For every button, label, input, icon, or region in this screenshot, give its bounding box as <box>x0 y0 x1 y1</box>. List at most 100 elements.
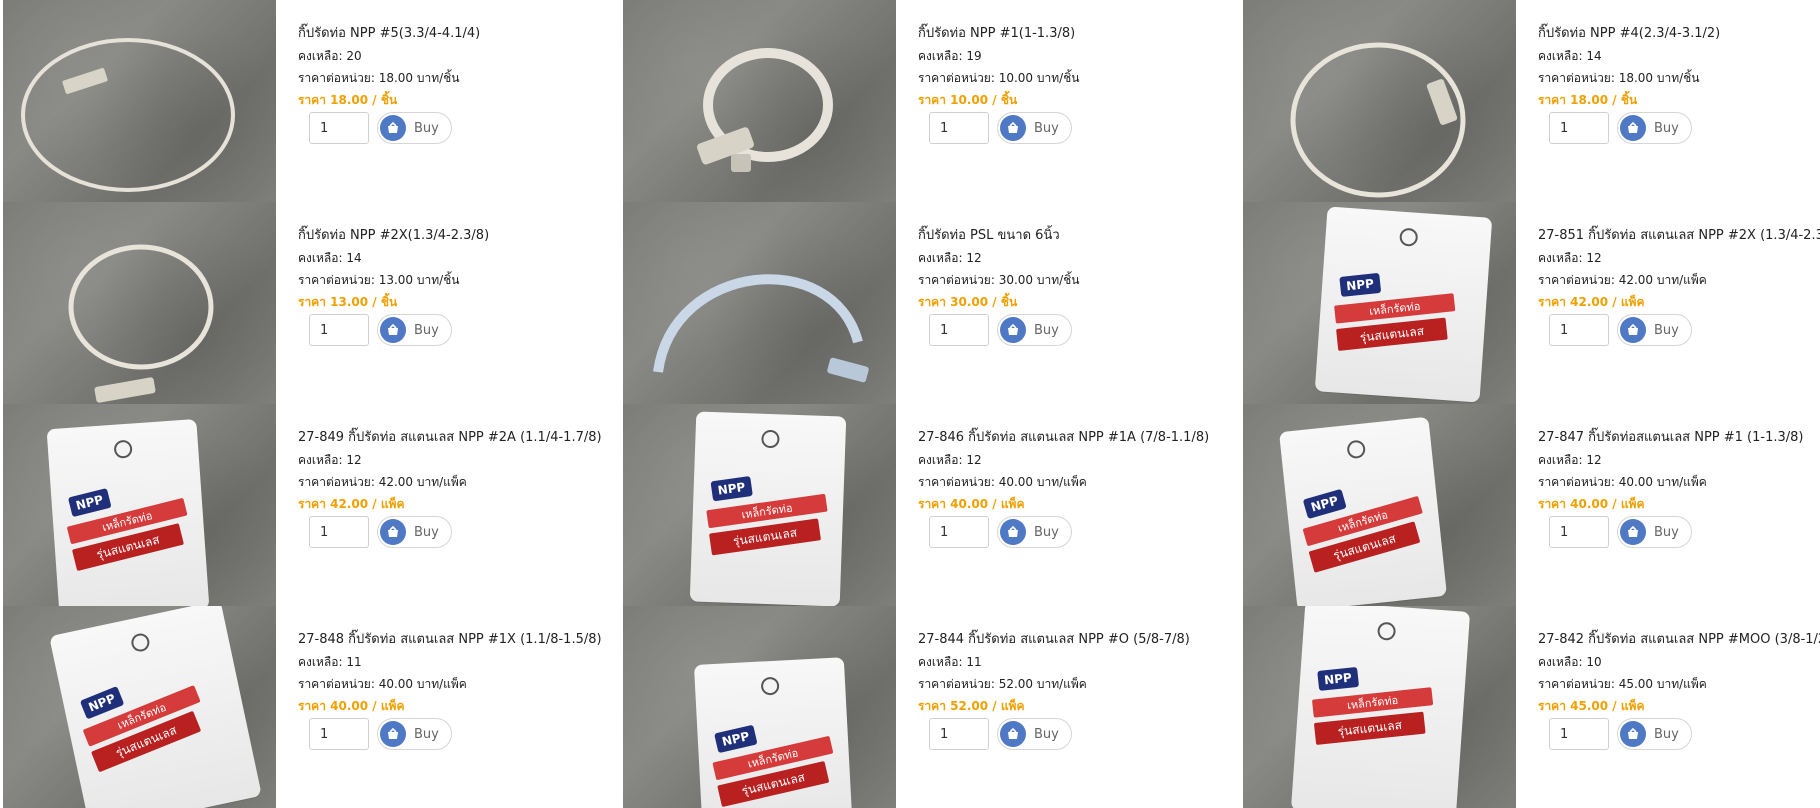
npp-logo: NPP <box>710 476 753 502</box>
hose-clamp-image <box>68 244 214 403</box>
buy-row: 1 Buy <box>1549 314 1820 346</box>
product-card: NPP เหล็กรัดท่อ รุ่นสแตนเลส 27-851 กิ๊ปร… <box>1240 202 1820 404</box>
quantity-input[interactable]: 1 <box>309 112 369 144</box>
product-card: NPP เหล็กรัดท่อ รุ่นสแตนเลส 27-846 กิ๊ปร… <box>620 404 1240 606</box>
buy-button[interactable]: Buy <box>377 718 452 750</box>
product-title[interactable]: กิ๊ปรัดท่อ NPP #4(2.3/4-3.1/2) <box>1538 26 1820 42</box>
npp-logo: NPP <box>714 724 758 754</box>
quantity-input[interactable]: 1 <box>929 718 989 750</box>
buy-button[interactable]: Buy <box>1617 516 1692 548</box>
buy-label: Buy <box>1034 726 1059 742</box>
quantity-input[interactable]: 1 <box>929 314 989 346</box>
product-title[interactable]: 27-849 กิ๊ปรัดท่อ สแตนเลส NPP #2A (1.1/4… <box>298 430 618 446</box>
hang-hole <box>1346 439 1367 460</box>
quantity-input[interactable]: 1 <box>1549 516 1609 548</box>
product-info: กิ๊ปรัดท่อ NPP #1(1-1.3/8) คงเหลือ: 19 ร… <box>918 26 1238 144</box>
quantity-input[interactable]: 1 <box>309 718 369 750</box>
quantity-input[interactable]: 1 <box>309 516 369 548</box>
quantity-input[interactable]: 1 <box>1549 112 1609 144</box>
product-image[interactable]: NPP เหล็กรัดท่อ รุ่นสแตนเลส <box>3 404 276 606</box>
package-label-secondary: รุ่นสแตนเลส <box>1313 711 1426 745</box>
product-grid: กิ๊ปรัดท่อ NPP #5(3.3/4-4.1/4) คงเหลือ: … <box>0 0 1820 808</box>
price-text: ราคา 42.00 / แพ็ค <box>1538 295 1645 309</box>
product-info: 27-847 กิ๊ปรัดท่อสแตนเลส NPP #1 (1-1.3/8… <box>1538 430 1820 548</box>
buy-label: Buy <box>1034 524 1059 540</box>
buy-label: Buy <box>1654 322 1679 338</box>
basket-icon <box>380 519 406 545</box>
buy-row: 1 Buy <box>309 314 618 346</box>
buy-button[interactable]: Buy <box>1617 718 1692 750</box>
product-title[interactable]: กิ๊ปรัดท่อ NPP #5(3.3/4-4.1/4) <box>298 26 618 42</box>
product-image[interactable] <box>3 0 276 202</box>
product-title[interactable]: กิ๊ปรัดท่อ NPP #2X(1.3/4-2.3/8) <box>298 228 618 244</box>
product-info: 27-849 กิ๊ปรัดท่อ สแตนเลส NPP #2A (1.1/4… <box>298 430 618 548</box>
basket-icon <box>380 721 406 747</box>
stock-text: คงเหลือ: 20 <box>298 49 362 63</box>
npp-logo: NPP <box>67 488 112 518</box>
quantity-input[interactable]: 1 <box>929 516 989 548</box>
product-card: NPP เหล็กรัดท่อ รุ่นสแตนเลส 27-848 กิ๊ปร… <box>0 606 620 808</box>
quantity-input[interactable]: 1 <box>929 112 989 144</box>
buy-button[interactable]: Buy <box>997 718 1072 750</box>
product-image[interactable]: NPP เหล็กรัดท่อ รุ่นสแตนเลส <box>1243 606 1516 808</box>
buy-button[interactable]: Buy <box>997 314 1072 346</box>
product-title[interactable]: 27-848 กิ๊ปรัดท่อ สแตนเลส NPP #1X (1.1/8… <box>298 632 618 648</box>
quantity-input[interactable]: 1 <box>1549 718 1609 750</box>
product-title[interactable]: 27-844 กิ๊ปรัดท่อ สแตนเลส NPP #O (5/8-7/… <box>918 632 1238 648</box>
package-image: NPP เหล็กรัดท่อ รุ่นสแตนเลส <box>693 657 853 808</box>
product-info: 27-846 กิ๊ปรัดท่อ สแตนเลส NPP #1A (7/8-1… <box>918 430 1238 548</box>
buy-button[interactable]: Buy <box>1617 314 1692 346</box>
price-text: ราคา 18.00 / ชิ้น <box>1538 93 1638 107</box>
price-text: ราคา 42.00 / แพ็ค <box>298 497 405 511</box>
product-card: NPP เหล็กรัดท่อ รุ่นสแตนเลส 27-847 กิ๊ปร… <box>1240 404 1820 606</box>
buy-label: Buy <box>414 524 439 540</box>
product-image[interactable] <box>1243 0 1516 202</box>
product-info: กิ๊ปรัดท่อ PSL ขนาด 6นิ้ว คงเหลือ: 12 รา… <box>918 228 1238 346</box>
product-title[interactable]: 27-851 กิ๊ปรัดท่อ สแตนเลส NPP #2X (1.3/4… <box>1538 228 1820 244</box>
price-text: ราคา 30.00 / ชิ้น <box>918 295 1018 309</box>
buy-label: Buy <box>414 726 439 742</box>
quantity-input[interactable]: 1 <box>1549 314 1609 346</box>
product-title[interactable]: 27-842 กิ๊ปรัดท่อ สแตนเลส NPP #MOO (3/8-… <box>1538 632 1820 648</box>
hang-hole <box>761 429 780 449</box>
package-image: NPP เหล็กรัดท่อ รุ่นสแตนเลส <box>49 606 262 808</box>
product-info: 27-844 กิ๊ปรัดท่อ สแตนเลส NPP #O (5/8-7/… <box>918 632 1238 750</box>
buy-label: Buy <box>1654 120 1679 136</box>
package-image: NPP เหล็กรัดท่อ รุ่นสแตนเลส <box>1314 206 1493 403</box>
price-text: ราคา 40.00 / แพ็ค <box>298 699 405 713</box>
product-image[interactable]: NPP เหล็กรัดท่อ รุ่นสแตนเลส <box>623 606 896 808</box>
product-title[interactable]: กิ๊ปรัดท่อ NPP #1(1-1.3/8) <box>918 26 1238 42</box>
buy-button[interactable]: Buy <box>377 314 452 346</box>
buy-label: Buy <box>1034 120 1059 136</box>
basket-icon <box>1620 317 1646 343</box>
product-image[interactable] <box>3 202 276 404</box>
buy-row: 1 Buy <box>309 718 618 750</box>
product-title[interactable]: 27-847 กิ๊ปรัดท่อสแตนเลส NPP #1 (1-1.3/8… <box>1538 430 1820 446</box>
product-image[interactable] <box>623 202 896 404</box>
hose-clamp-image <box>21 38 235 192</box>
package-image: NPP เหล็กรัดท่อ รุ่นสแตนเลส <box>1279 416 1447 606</box>
product-image[interactable]: NPP เหล็กรัดท่อ รุ่นสแตนเลส <box>623 404 896 606</box>
price-text: ราคา 52.00 / แพ็ค <box>918 699 1025 713</box>
product-image[interactable]: NPP เหล็กรัดท่อ รุ่นสแตนเลส <box>3 606 276 808</box>
product-title[interactable]: 27-846 กิ๊ปรัดท่อ สแตนเลส NPP #1A (7/8-1… <box>918 430 1238 446</box>
product-image[interactable]: NPP เหล็กรัดท่อ รุ่นสแตนเลส <box>1243 202 1516 404</box>
hang-hole <box>1398 227 1418 247</box>
product-title[interactable]: กิ๊ปรัดท่อ PSL ขนาด 6นิ้ว <box>918 228 1238 244</box>
buy-row: 1 Buy <box>929 314 1238 346</box>
unit-price-text: ราคาต่อหน่วย: 18.00 บาท/ชิ้น <box>298 71 460 85</box>
basket-icon <box>1000 519 1026 545</box>
buy-button[interactable]: Buy <box>997 516 1072 548</box>
unit-price-text: ราคาต่อหน่วย: 42.00 บาท/แพ็ค <box>298 475 467 489</box>
unit-price-text: ราคาต่อหน่วย: 40.00 บาท/แพ็ค <box>1538 475 1707 489</box>
buy-button[interactable]: Buy <box>377 516 452 548</box>
product-image[interactable] <box>623 0 896 202</box>
buy-button[interactable]: Buy <box>377 112 452 144</box>
unit-price-text: ราคาต่อหน่วย: 30.00 บาท/ชิ้น <box>918 273 1080 287</box>
product-image[interactable]: NPP เหล็กรัดท่อ รุ่นสแตนเลส <box>1243 404 1516 606</box>
price-text: ราคา 10.00 / ชิ้น <box>918 93 1018 107</box>
buy-button[interactable]: Buy <box>1617 112 1692 144</box>
quantity-input[interactable]: 1 <box>309 314 369 346</box>
price-text: ราคา 40.00 / แพ็ค <box>918 497 1025 511</box>
buy-button[interactable]: Buy <box>997 112 1072 144</box>
